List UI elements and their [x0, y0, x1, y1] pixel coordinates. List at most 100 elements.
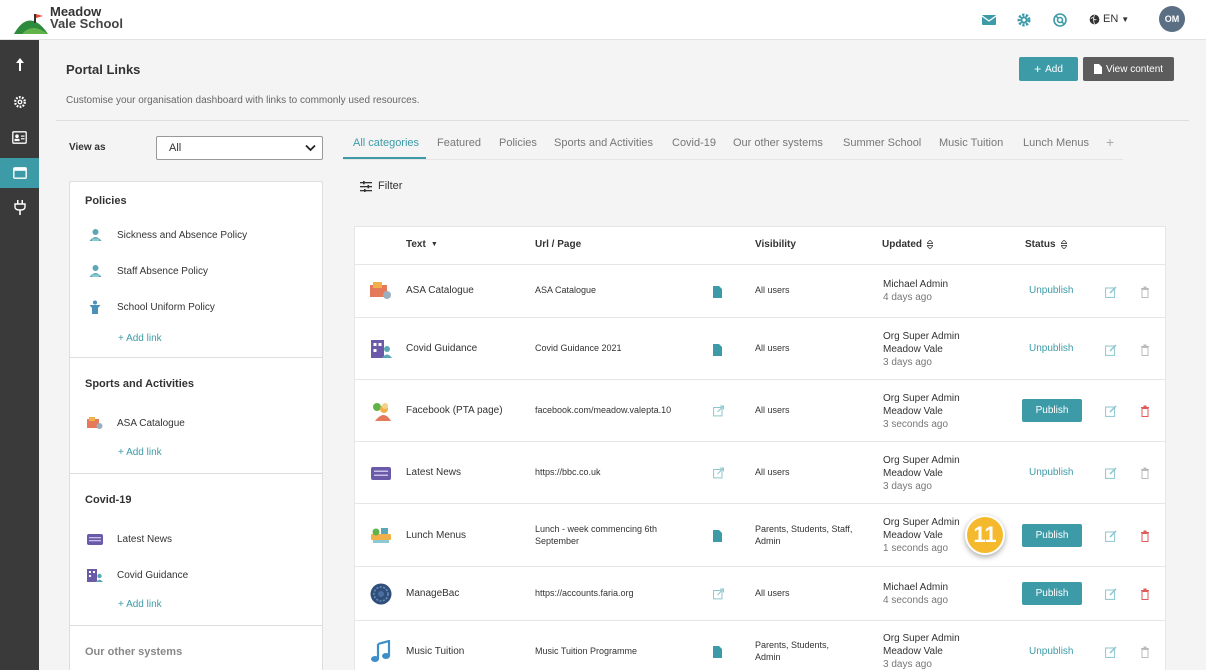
edit-icon[interactable]	[1105, 588, 1117, 600]
person-icon	[89, 265, 101, 277]
publish-button[interactable]: Publish	[1022, 399, 1082, 422]
filter-label: Filter	[378, 180, 403, 192]
tab-music-tuition[interactable]: Music Tuition	[939, 131, 1003, 159]
top-bar: Meadow Vale School EN ▼ OM	[0, 0, 1206, 40]
table-row[interactable]: ASA Catalogue ASA Catalogue All users Mi…	[355, 264, 1165, 317]
tab-our-other-systems[interactable]: Our other systems	[733, 131, 823, 159]
panel-link[interactable]: ASA Catalogue	[87, 415, 185, 431]
column-header-updated[interactable]: Updated	[882, 239, 933, 250]
support-icon[interactable]	[1052, 12, 1068, 28]
sidebar-item-settings[interactable]	[0, 87, 39, 117]
language-selector[interactable]: EN ▼	[1089, 13, 1129, 25]
updated-by: Org Super Admin	[883, 455, 960, 466]
gear-icon[interactable]	[1016, 12, 1032, 28]
updated-org: Meadow Vale	[883, 344, 943, 355]
row-url: https://bbc.co.uk	[535, 467, 601, 477]
row-text: Music Tuition	[406, 646, 465, 657]
row-visibility-line: Parents, Students,	[755, 640, 830, 650]
table-row[interactable]: Latest News https://bbc.co.uk All users …	[355, 441, 1165, 503]
trash-icon[interactable]	[1140, 405, 1150, 417]
row-text: ManageBac	[406, 588, 460, 599]
table-row[interactable]: Facebook (PTA page) facebook.com/meadow.…	[355, 379, 1165, 441]
filter-button[interactable]: Filter	[360, 180, 402, 192]
add-button-label: Add	[1045, 63, 1063, 75]
row-text: Facebook (PTA page)	[406, 405, 503, 416]
panel-link-label: Sickness and Absence Policy	[117, 229, 248, 241]
divider	[56, 120, 1189, 121]
unpublish-link[interactable]: Unpublish	[1029, 285, 1073, 296]
row-updated: Michael Admin 4 seconds ago	[883, 581, 948, 607]
table-row[interactable]: Music Tuition Music Tuition Programme Pa…	[355, 620, 1165, 670]
add-button[interactable]: + Add	[1019, 57, 1078, 81]
trash-icon[interactable]	[1140, 344, 1150, 356]
row-url: Covid Guidance 2021	[535, 343, 622, 353]
school-logo[interactable]: Meadow Vale School	[14, 4, 124, 36]
sidebar-item-integrations[interactable]	[0, 192, 39, 222]
view-content-button[interactable]: View content	[1083, 57, 1174, 81]
sidebar-item-contacts[interactable]	[0, 122, 39, 152]
panel-link[interactable]: Latest News	[87, 531, 172, 547]
trash-icon[interactable]	[1140, 530, 1150, 542]
tab-featured[interactable]: Featured	[437, 131, 481, 159]
unpublish-link[interactable]: Unpublish	[1029, 343, 1073, 354]
row-url: Lunch - week commencing 6th September	[535, 523, 657, 547]
publish-button[interactable]: Publish	[1022, 524, 1082, 547]
table-row[interactable]: Covid Guidance Covid Guidance 2021 All u…	[355, 317, 1165, 379]
row-updated: Org Super Admin Meadow Vale 1 seconds ag…	[883, 516, 960, 555]
document-icon	[1093, 64, 1102, 74]
managebac-logo-icon	[370, 583, 392, 605]
column-header-status[interactable]: Status	[1025, 239, 1067, 250]
trash-icon[interactable]	[1140, 646, 1150, 658]
column-header-label: Url / Page	[535, 239, 582, 250]
add-tab-button[interactable]: +	[1106, 131, 1114, 159]
panel-link[interactable]: School Uniform Policy	[87, 299, 215, 315]
panel-link[interactable]: Sickness and Absence Policy	[87, 227, 247, 243]
edit-icon[interactable]	[1105, 530, 1117, 542]
cog-icon	[13, 96, 26, 108]
panel-section-heading: Our other systems	[85, 646, 183, 658]
edit-icon[interactable]	[1105, 467, 1117, 479]
trash-icon[interactable]	[1140, 286, 1150, 298]
external-link-icon	[713, 405, 724, 417]
sidebar-item-exit[interactable]	[0, 50, 39, 80]
arrow-up-icon	[15, 58, 24, 71]
panel-link[interactable]: Covid Guidance	[87, 567, 188, 583]
catalogue-icon	[87, 416, 103, 429]
tab-lunch-menus[interactable]: Lunch Menus	[1023, 131, 1089, 159]
row-visibility: All users	[755, 467, 790, 477]
add-link-button[interactable]: + Add link	[118, 447, 162, 458]
panel-section-other-systems: Our other systems	[70, 626, 322, 670]
table-row[interactable]: Lunch Menus Lunch - week commencing 6th …	[355, 503, 1165, 566]
edit-icon[interactable]	[1105, 646, 1117, 658]
row-updated: Org Super Admin Meadow Vale 3 days ago	[883, 330, 960, 369]
panel-section-heading: Sports and Activities	[85, 378, 195, 390]
trash-icon[interactable]	[1140, 588, 1150, 600]
publish-button[interactable]: Publish	[1022, 582, 1082, 605]
row-url-line: September	[535, 536, 580, 546]
updated-by: Michael Admin	[883, 582, 949, 593]
edit-icon[interactable]	[1105, 405, 1117, 417]
add-link-button[interactable]: + Add link	[118, 599, 162, 610]
tab-sports-and-activities[interactable]: Sports and Activities	[554, 131, 653, 159]
edit-icon[interactable]	[1105, 344, 1117, 356]
unpublish-link[interactable]: Unpublish	[1029, 467, 1073, 478]
tab-summer-school[interactable]: Summer School	[843, 131, 921, 159]
avatar[interactable]: OM	[1159, 6, 1185, 32]
unpublish-link[interactable]: Unpublish	[1029, 646, 1073, 657]
row-updated: Org Super Admin Meadow Vale 3 days ago	[883, 454, 960, 493]
column-header-text[interactable]: Text ▼	[406, 239, 438, 250]
table-row[interactable]: ManageBac https://accounts.faria.org All…	[355, 566, 1165, 620]
building-icon	[371, 340, 392, 358]
view-as-select[interactable]: All	[156, 136, 323, 160]
mail-icon[interactable]	[981, 12, 997, 28]
add-link-button[interactable]: + Add link	[118, 333, 162, 344]
trash-icon[interactable]	[1140, 467, 1150, 479]
row-text: Covid Guidance	[406, 343, 478, 354]
tab-all-categories[interactable]: All categories	[343, 131, 426, 159]
tab-covid-19[interactable]: Covid-19	[672, 131, 716, 159]
edit-icon[interactable]	[1105, 286, 1117, 298]
tab-policies[interactable]: Policies	[499, 131, 537, 159]
sidebar-item-portal-links[interactable]	[0, 158, 39, 188]
panel-link[interactable]: Staff Absence Policy	[87, 263, 208, 279]
external-link-icon	[713, 588, 724, 600]
